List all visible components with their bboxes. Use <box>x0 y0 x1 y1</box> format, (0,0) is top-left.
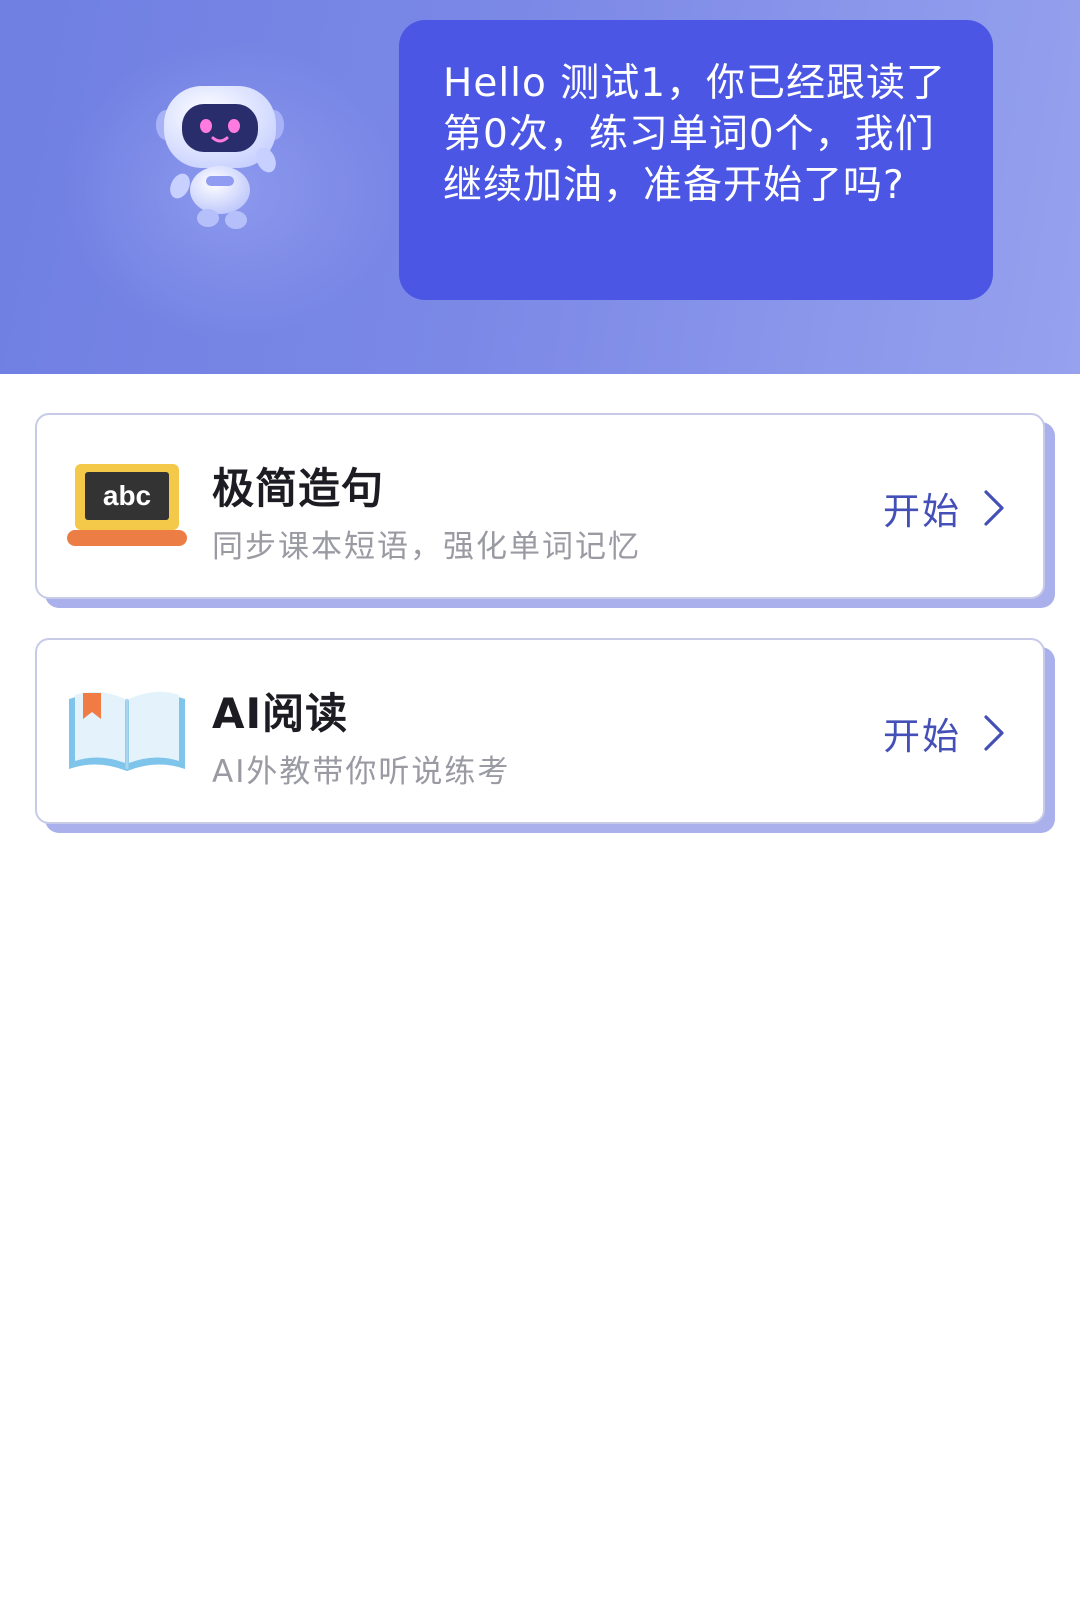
robot-mascot-icon <box>156 86 284 229</box>
greeting-bubble: Hello 测试1，你已经跟读了第0次，练习单词0个，我们继续加油，准备开始了吗… <box>399 20 993 300</box>
ai-reading-card[interactable]: AI阅读 AI外教带你听说练考 开始 <box>35 638 1045 824</box>
card-subtitle: 同步课本短语，强化单词记忆 <box>212 529 641 565</box>
card-title: 极简造句 <box>212 464 385 513</box>
abc-icon-text: abc <box>103 480 151 511</box>
abc-blackboard-icon: abc <box>67 464 187 546</box>
card-subtitle: AI外教带你听说练考 <box>212 754 511 790</box>
card-title: AI阅读 <box>212 689 349 738</box>
start-button-label: 开始 <box>883 715 961 758</box>
sentence-building-card[interactable]: abc 极简造句 同步课本短语，强化单词记忆 开始 <box>35 413 1045 599</box>
start-button[interactable]: 开始 <box>883 706 1005 760</box>
start-button[interactable]: 开始 <box>883 481 1005 535</box>
greeting-text: Hello 测试1，你已经跟读了第0次，练习单词0个，我们继续加油，准备开始了吗… <box>443 61 947 208</box>
chevron-right-icon <box>984 490 1004 526</box>
chevron-right-icon <box>984 715 1004 751</box>
greeting-banner: Hello 测试1，你已经跟读了第0次，练习单词0个，我们继续加油，准备开始了吗… <box>0 0 1080 374</box>
open-book-icon <box>69 691 185 771</box>
page: Hello 测试1，你已经跟读了第0次，练习单词0个，我们继续加油，准备开始了吗… <box>0 0 1080 1613</box>
start-button-label: 开始 <box>883 490 961 533</box>
